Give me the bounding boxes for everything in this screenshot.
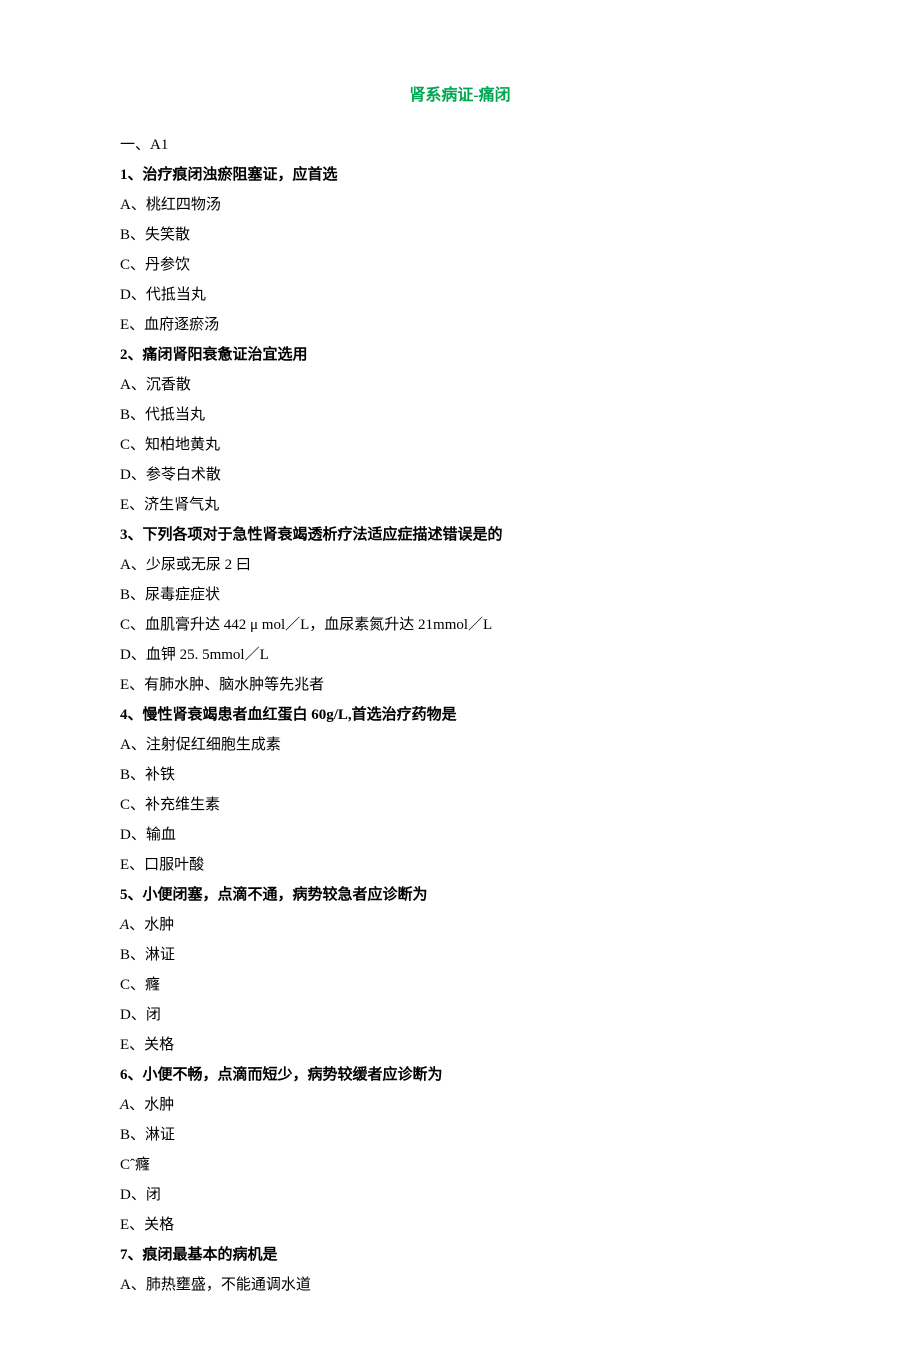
option: B、淋证: [120, 1120, 800, 1150]
option-letter: A: [120, 1097, 129, 1113]
option: C、丹参饮: [120, 250, 800, 280]
option: A、注射促红细胞生成素: [120, 730, 800, 760]
option-letter: A: [120, 917, 129, 933]
option: A、沉香散: [120, 370, 800, 400]
option: E、济生肾气丸: [120, 490, 800, 520]
option-text: 水肿: [144, 917, 174, 933]
option: C、知柏地黄丸: [120, 430, 800, 460]
option: D、血钾 25. 5mmol／L: [120, 640, 800, 670]
option: D、代抵当丸: [120, 280, 800, 310]
option-text: 水肿: [144, 1097, 174, 1113]
option: B、代抵当丸: [120, 400, 800, 430]
option: E、血府逐瘀汤: [120, 310, 800, 340]
document-title: 肾系病证-痛闭: [120, 80, 800, 112]
question-stem: 3、下列各项对于急性肾衰竭透析疗法适应症描述错误是的: [120, 520, 800, 550]
option: C、补充维生素: [120, 790, 800, 820]
question-stem: 6、小便不畅，点滴而短少，病势较缓者应诊断为: [120, 1060, 800, 1090]
question-stem: 5、小便闭塞，点滴不通，病势较急者应诊断为: [120, 880, 800, 910]
question-stem: 7、痕闭最基本的病机是: [120, 1240, 800, 1270]
option: C、血肌膏升达 442 μ mol／L，血尿素氮升达 21mmol／L: [120, 610, 800, 640]
option: B、补铁: [120, 760, 800, 790]
option: A、水肿: [120, 910, 800, 940]
option: B、淋证: [120, 940, 800, 970]
option: A、桃红四物汤: [120, 190, 800, 220]
option-sep: 、: [129, 1097, 144, 1113]
option: E、有肺水肿、脑水肿等先兆者: [120, 670, 800, 700]
question-stem: 1、治疗痕闭浊瘀阻塞证，应首选: [120, 160, 800, 190]
document-page: 肾系病证-痛闭 一、A1 1、治疗痕闭浊瘀阻塞证，应首选 A、桃红四物汤 B、失…: [0, 0, 920, 1360]
option: D、闭: [120, 1180, 800, 1210]
option: C、癃: [120, 970, 800, 1000]
option: B、尿毒症症状: [120, 580, 800, 610]
option: D、闭: [120, 1000, 800, 1030]
option: B、失笑散: [120, 220, 800, 250]
question-stem: 4、慢性肾衰竭患者血红蛋白 60g/L,首选治疗药物是: [120, 700, 800, 730]
option-sep: 、: [129, 917, 144, 933]
option: A、肺热壅盛，不能通调水道: [120, 1270, 800, 1300]
option: D、参苓白术散: [120, 460, 800, 490]
option: E、口服叶酸: [120, 850, 800, 880]
option: D、输血: [120, 820, 800, 850]
question-stem: 2、痛闭肾阳衰惫证治宜选用: [120, 340, 800, 370]
option: E、关格: [120, 1030, 800, 1060]
section-label: 一、A1: [120, 130, 800, 160]
option: E、关格: [120, 1210, 800, 1240]
option: A、少尿或无尿 2 曰: [120, 550, 800, 580]
option: Cˆ癃: [120, 1150, 800, 1180]
option: A、水肿: [120, 1090, 800, 1120]
